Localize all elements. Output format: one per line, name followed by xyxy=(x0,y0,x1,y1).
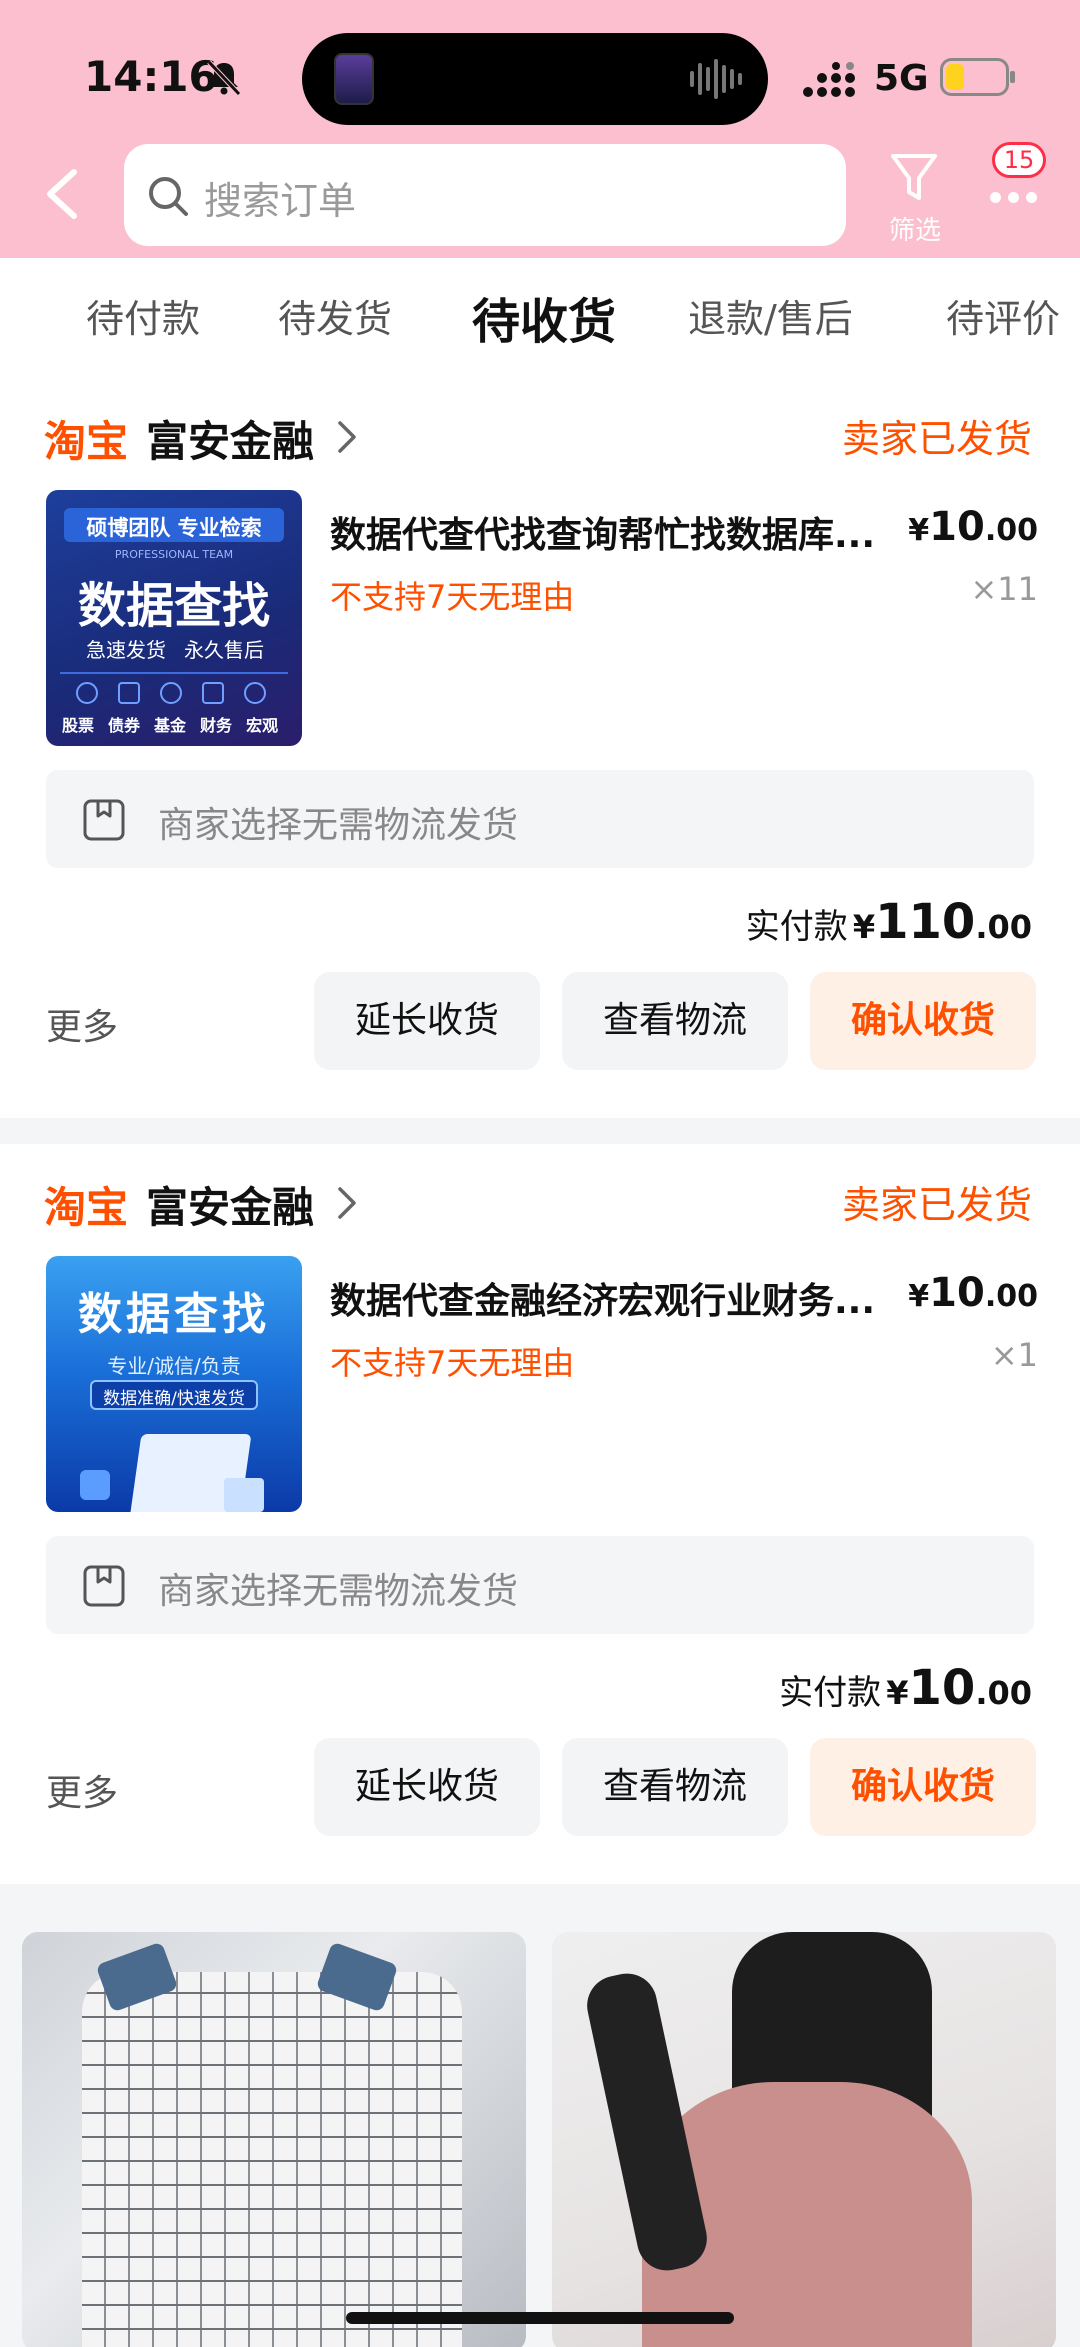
quantity: ×11 xyxy=(970,570,1038,608)
chevron-right-icon[interactable] xyxy=(336,420,358,454)
filter-label: 筛选 xyxy=(888,216,941,246)
return-policy: 不支持7天无理由 xyxy=(330,1344,575,1382)
order-list-page: 14:16 5G 搜索订单 筛选 15 待付款 待发货 待收货 退款/售后 待评… xyxy=(0,0,1080,2347)
paid-label: 实付款 xyxy=(779,1673,882,1713)
product-image[interactable]: 数据查找 专业/诚信/负责 数据准确/快速发货 xyxy=(46,1256,302,1512)
return-policy: 不支持7天无理由 xyxy=(330,578,575,616)
home-indicator[interactable] xyxy=(346,2312,734,2324)
tab-pending-shipment[interactable]: 待发货 xyxy=(278,288,392,343)
more-menu-button[interactable]: 15 xyxy=(984,142,1054,212)
silent-bell-icon xyxy=(207,60,241,96)
price-decimal: .00 xyxy=(984,1279,1038,1314)
image-text: 数据准确/快速发货 xyxy=(103,1389,245,1409)
image-text: 数据查找 xyxy=(78,1289,270,1340)
more-actions-button[interactable]: 更多 xyxy=(46,998,118,1050)
chevron-right-icon[interactable] xyxy=(336,1186,358,1220)
paid-decimal: .00 xyxy=(975,908,1032,946)
confirm-receipt-button[interactable]: 确认收货 xyxy=(810,1738,1036,1836)
image-text: PROFESSIONAL TEAM xyxy=(114,548,234,561)
header: 14:16 5G 搜索订单 筛选 15 xyxy=(0,0,1080,258)
paid-amount: 实付款 ¥110.00 xyxy=(746,894,1032,950)
extend-receipt-button[interactable]: 延长收货 xyxy=(314,972,540,1070)
view-logistics-button[interactable]: 查看物流 xyxy=(562,1738,788,1836)
shop-name[interactable]: 富安金融 xyxy=(146,408,314,469)
image-text: 股票 xyxy=(62,716,95,735)
currency-symbol: ¥ xyxy=(886,1674,909,1712)
filter-button[interactable]: 筛选 xyxy=(880,148,946,246)
logistics-text: 商家选择无需物流发货 xyxy=(158,805,519,846)
price-decimal: .00 xyxy=(984,513,1038,548)
confirm-receipt-button[interactable]: 确认收货 xyxy=(810,972,1036,1070)
network-type: 5G xyxy=(874,58,929,99)
view-logistics-button[interactable]: 查看物流 xyxy=(562,972,788,1070)
live-activity-icon xyxy=(334,53,374,105)
paid-integer: 10 xyxy=(908,1660,976,1716)
order-status: 卖家已发货 xyxy=(841,417,1032,461)
package-box-icon xyxy=(83,1565,125,1607)
status-time: 14:16 xyxy=(84,52,218,101)
platform-logo: 淘宝 xyxy=(44,1183,129,1232)
dynamic-island xyxy=(302,33,768,125)
search-placeholder: 搜索订单 xyxy=(204,179,357,223)
image-text: 急速发货 xyxy=(86,638,166,662)
product-price: ¥10.00 xyxy=(908,1270,1038,1316)
quantity: ×1 xyxy=(990,1336,1038,1374)
currency-symbol: ¥ xyxy=(908,513,930,548)
tab-pending-payment[interactable]: 待付款 xyxy=(86,288,200,343)
battery-icon xyxy=(940,58,1015,96)
recommended-product-image[interactable] xyxy=(552,1932,1056,2347)
image-text: 数据查找 xyxy=(77,578,270,634)
order-search-input[interactable]: 搜索订单 xyxy=(124,144,846,246)
shop-name[interactable]: 富安金融 xyxy=(146,1174,314,1235)
image-text: 债券 xyxy=(108,716,141,735)
more-dots-icon xyxy=(990,188,1046,203)
back-arrow-icon[interactable] xyxy=(44,168,80,220)
platform-logo: 淘宝 xyxy=(44,417,129,466)
paid-integer: 110 xyxy=(875,894,976,950)
filter-funnel-icon xyxy=(891,154,937,200)
product-title[interactable]: 数据代查金融经济宏观行业财务... xyxy=(330,1272,896,1324)
price-integer: 10 xyxy=(929,1270,985,1316)
order-status-tabs: 待付款 待发货 待收货 退款/售后 待评价 xyxy=(0,258,1080,378)
paid-label: 实付款 xyxy=(745,907,848,947)
tab-pending-receipt[interactable]: 待收货 xyxy=(472,282,616,352)
image-text: 硕博团队 专业检索 xyxy=(86,516,262,540)
image-text: 财务 xyxy=(200,716,233,735)
package-box-icon xyxy=(83,799,125,841)
product-price: ¥10.00 xyxy=(908,504,1038,550)
recommended-product-image[interactable] xyxy=(22,1932,526,2347)
order-status: 卖家已发货 xyxy=(841,1183,1032,1227)
tab-refund-aftersale[interactable]: 退款/售后 xyxy=(688,288,853,343)
product-title[interactable]: 数据代查代找查询帮忙找数据库... xyxy=(330,506,896,558)
product-image[interactable]: 硕博团队 专业检索 PROFESSIONAL TEAM 数据查找 急速发货 永久… xyxy=(46,490,302,746)
image-text: 专业/诚信/负责 xyxy=(107,1354,241,1378)
image-text: 基金 xyxy=(154,716,187,735)
extend-receipt-button[interactable]: 延长收货 xyxy=(314,1738,540,1836)
image-text: 永久售后 xyxy=(184,638,264,662)
order-card: 淘宝 富安金融 卖家已发货 硕博团队 专业检索 PROFESSIONAL TEA… xyxy=(0,378,1080,1118)
signal-icon xyxy=(803,62,855,97)
currency-symbol: ¥ xyxy=(908,1279,930,1314)
paid-amount: 实付款 ¥10.00 xyxy=(779,1660,1032,1716)
logistics-info[interactable]: 商家选择无需物流发货 xyxy=(46,770,1034,868)
logistics-text: 商家选择无需物流发货 xyxy=(158,1571,519,1612)
logistics-info[interactable]: 商家选择无需物流发货 xyxy=(46,1536,1034,1634)
paid-decimal: .00 xyxy=(975,1674,1032,1712)
search-icon xyxy=(149,177,188,216)
message-badge: 15 xyxy=(992,142,1046,178)
audio-wave-icon xyxy=(690,59,742,99)
image-text: 宏观 xyxy=(246,716,279,735)
currency-symbol: ¥ xyxy=(852,908,876,946)
recommendation-feed xyxy=(0,1898,1080,2347)
tab-pending-review[interactable]: 待评价 xyxy=(946,288,1060,343)
order-card: 淘宝 富安金融 卖家已发货 数据查找 专业/诚信/负责 数据准确/快速发货 数据… xyxy=(0,1144,1080,1884)
price-integer: 10 xyxy=(929,504,985,550)
more-actions-button[interactable]: 更多 xyxy=(46,1764,118,1816)
